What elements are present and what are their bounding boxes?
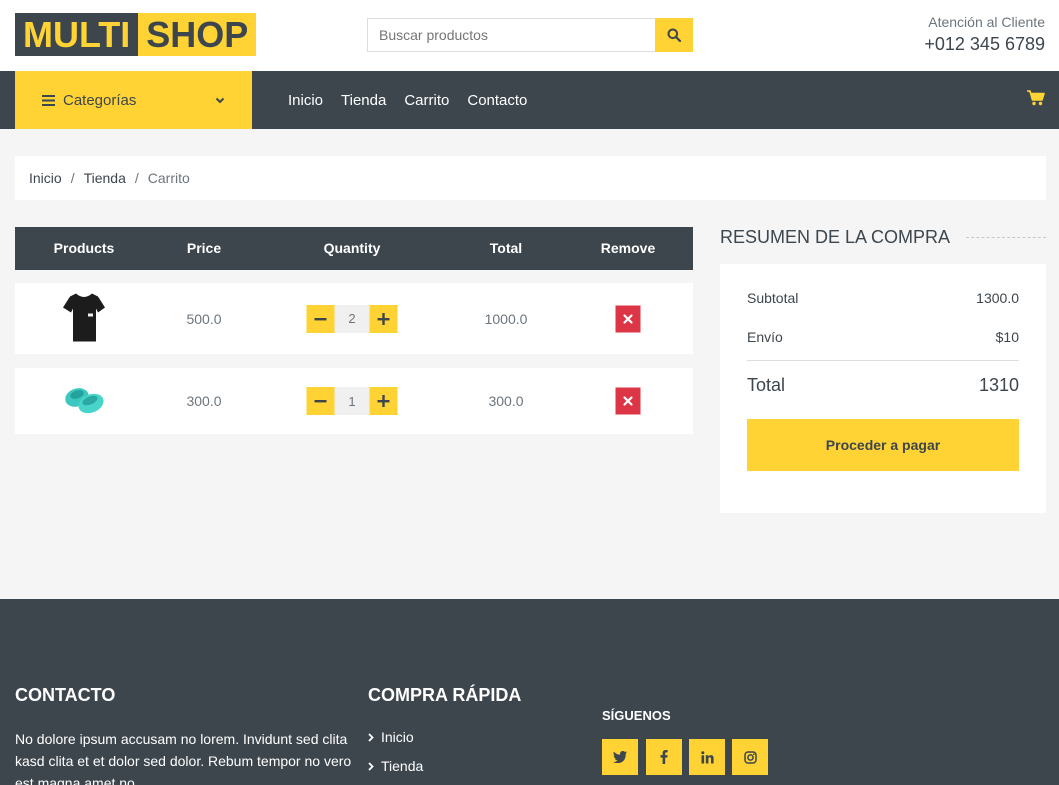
- total-value: 1310: [978, 375, 1019, 395]
- instagram-icon: [743, 750, 757, 764]
- nav-link-contacto[interactable]: Contacto: [467, 92, 527, 109]
- subtotal-value: 1300.0: [976, 290, 1019, 306]
- table-row: 300.0 1 300.0: [15, 368, 693, 434]
- menu-icon: [42, 94, 55, 106]
- shopping-cart-icon[interactable]: [1027, 90, 1045, 106]
- footer-contact-title: CONTACTO: [15, 685, 116, 705]
- customer-service-phone: +012 345 6789: [924, 34, 1045, 54]
- plus-icon: [377, 312, 390, 325]
- shipping-line: Envío $10: [747, 329, 1019, 345]
- minus-button[interactable]: [306, 304, 335, 333]
- cart-table-header: Products Price Quantity Total Remove: [15, 227, 693, 270]
- quantity-stepper: 2: [306, 304, 398, 333]
- plus-button[interactable]: [369, 387, 398, 415]
- footer-link-inicio[interactable]: Inicio: [368, 729, 414, 745]
- checkout-button[interactable]: Proceder a pagar: [747, 419, 1019, 471]
- footer-contact-text: No dolore ipsum accusam no lorem. Invidu…: [15, 731, 352, 785]
- summary-panel: Subtotal 1300.0 Envío $10 Total 1310 Pro…: [720, 264, 1046, 513]
- total-line: Total 1310: [747, 375, 1019, 396]
- categories-dropdown[interactable]: Categorías: [15, 71, 252, 129]
- subtotal-line: Subtotal 1300.0: [747, 290, 1019, 306]
- product-image: [62, 382, 106, 421]
- minus-icon: [314, 400, 327, 403]
- categories-label: Categorías: [63, 91, 137, 109]
- summary-title: RESUMEN DE LA COMPRA: [720, 226, 951, 247]
- minus-icon: [314, 317, 327, 320]
- chevron-right-icon: [368, 732, 374, 742]
- close-icon: [623, 396, 633, 406]
- breadcrumb-tienda[interactable]: Tienda: [84, 170, 126, 186]
- row-total: 1000.0: [484, 310, 528, 327]
- facebook-icon: [660, 750, 668, 764]
- header-remove: Remove: [600, 240, 656, 256]
- chevron-right-icon: [368, 761, 374, 771]
- breadcrumb: Inicio / Tienda / Carrito: [15, 156, 1046, 200]
- breadcrumb-inicio[interactable]: Inicio: [29, 170, 62, 186]
- subtotal-label: Subtotal: [747, 290, 799, 306]
- top-bar: MULTI SHOP Atención al Cliente +012 345 …: [0, 0, 1059, 71]
- customer-service-label: Atención al Cliente: [928, 14, 1045, 30]
- search-icon: [667, 28, 681, 42]
- summary-heading: RESUMEN DE LA COMPRA: [720, 227, 1046, 247]
- logo-part-1: MULTI: [15, 13, 139, 56]
- quantity-stepper: 1: [306, 387, 398, 415]
- plus-icon: [377, 395, 390, 407]
- logo[interactable]: MULTI SHOP: [15, 13, 257, 56]
- nav-link-inicio[interactable]: Inicio: [288, 92, 323, 109]
- total-label: Total: [747, 375, 786, 395]
- close-icon: [623, 314, 633, 323]
- quantity-value[interactable]: 1: [334, 387, 370, 415]
- facebook-button[interactable]: [646, 739, 682, 775]
- twitter-icon: [613, 751, 627, 763]
- breadcrumb-current: Carrito: [147, 170, 190, 186]
- remove-button[interactable]: [615, 387, 641, 415]
- nav-link-carrito[interactable]: Carrito: [404, 92, 449, 109]
- nav-link-tienda[interactable]: Tienda: [341, 92, 386, 109]
- plus-button[interactable]: [369, 304, 398, 333]
- header-price: Price: [186, 240, 222, 256]
- chevron-down-icon: [215, 97, 225, 103]
- footer-quick-title: COMPRA RÁPIDA: [368, 685, 522, 705]
- footer-link-label: Tienda: [381, 758, 424, 774]
- sandals-image: [65, 388, 104, 414]
- quantity-value[interactable]: 2: [334, 304, 370, 333]
- footer-link-label: Inicio: [381, 729, 414, 745]
- summary-separator: [747, 360, 1019, 361]
- nav-links: Inicio Tienda Carrito Contacto: [288, 71, 545, 129]
- header-products: Products: [53, 240, 115, 256]
- table-row: 500.0 2 1000.0: [15, 283, 693, 354]
- minus-button[interactable]: [306, 387, 335, 415]
- linkedin-icon: [700, 750, 714, 763]
- footer: CONTACTO No dolore ipsum accusam no lore…: [0, 599, 1059, 785]
- search-button[interactable]: [655, 18, 693, 52]
- row-price: 500.0: [186, 310, 222, 327]
- linkedin-button[interactable]: [689, 739, 725, 775]
- footer-follow-title: SÍGUENOS: [602, 708, 671, 723]
- row-total: 300.0: [488, 393, 524, 409]
- footer-link-tienda[interactable]: Tienda: [368, 758, 423, 774]
- remove-button[interactable]: [615, 305, 641, 332]
- shipping-label: Envío: [747, 329, 783, 345]
- logo-part-2: SHOP: [138, 13, 257, 56]
- instagram-button[interactable]: [732, 739, 768, 775]
- customer-service: Atención al Cliente +012 345 6789: [924, 14, 1045, 55]
- header-quantity: Quantity: [323, 240, 381, 256]
- shipping-value: $10: [995, 329, 1019, 345]
- breadcrumb-separator: /: [134, 170, 139, 186]
- summary-divider: [966, 236, 1046, 238]
- product-image: [62, 291, 106, 346]
- twitter-button[interactable]: [602, 739, 638, 775]
- header-total: Total: [489, 240, 523, 256]
- breadcrumb-separator: /: [70, 170, 75, 186]
- tshirt-image: [63, 293, 105, 341]
- search-bar: [367, 18, 693, 52]
- search-input[interactable]: [367, 18, 655, 52]
- main-nav: Categorías Inicio Tienda Carrito Contact…: [0, 71, 1059, 129]
- row-price: 300.0: [186, 393, 222, 409]
